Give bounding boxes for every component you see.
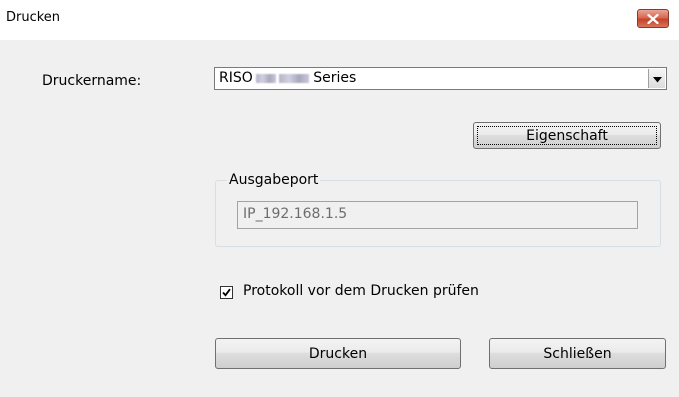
redacted-model — [255, 73, 276, 83]
title-bar: Drucken — [0, 0, 679, 40]
output-port-legend: Ausgabeport — [227, 172, 321, 188]
checkmark-icon — [222, 285, 231, 301]
output-port-value: IP_192.168.1.5 — [243, 206, 348, 222]
printer-name-label: Druckername: — [42, 73, 142, 89]
log-check-checkbox[interactable] — [220, 286, 233, 299]
log-check-label[interactable]: Protokoll vor dem Drucken prüfen — [243, 283, 479, 299]
window-title: Drucken — [6, 10, 61, 25]
close-icon — [647, 13, 659, 24]
chevron-down-icon — [652, 71, 662, 87]
redacted-model-2 — [278, 73, 309, 83]
close-window-button[interactable] — [637, 9, 669, 28]
output-port-field: IP_192.168.1.5 — [237, 201, 638, 229]
printer-select-value: RISO Series — [219, 70, 357, 86]
printer-select[interactable]: RISO Series — [214, 67, 667, 90]
close-button[interactable]: Schließen — [489, 338, 666, 369]
focus-rectangle — [477, 126, 657, 145]
dropdown-button[interactable] — [648, 69, 665, 88]
print-dialog: Drucken Druckername: RISO Series Eigensc… — [0, 0, 679, 397]
print-button[interactable]: Drucken — [215, 338, 461, 369]
window-left-border — [0, 40, 8, 397]
properties-button[interactable]: Eigenschaft — [473, 122, 661, 149]
